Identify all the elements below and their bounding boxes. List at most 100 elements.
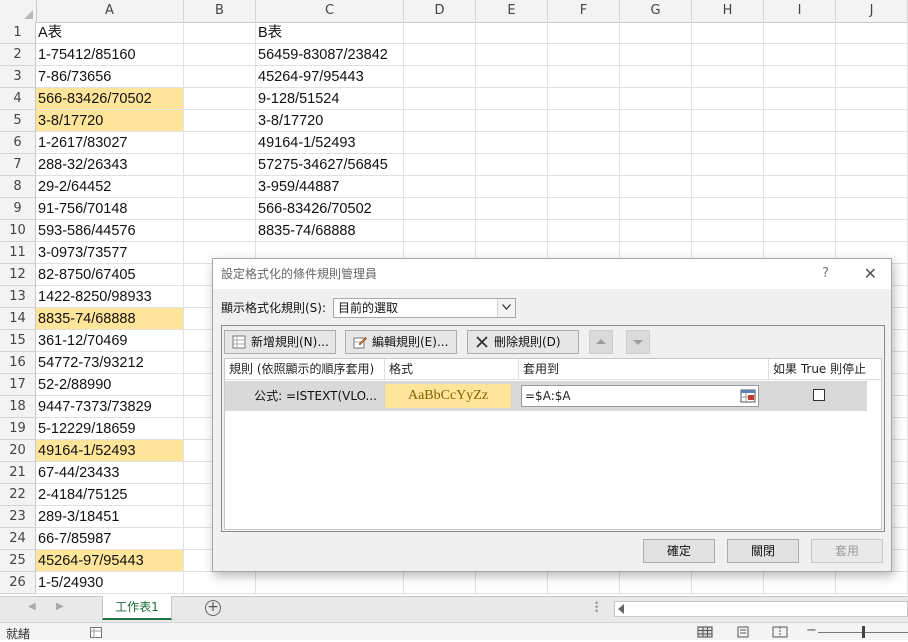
cell-c[interactable]: 56459-83087/23842	[256, 44, 404, 66]
apply-button[interactable]: 套用	[811, 539, 883, 563]
dialog-titlebar[interactable]: 設定格式化的條件規則管理員 ? ✕	[213, 259, 891, 289]
row-header[interactable]: 15	[0, 330, 36, 352]
zoom-slider-thumb[interactable]	[862, 626, 865, 638]
cell-i[interactable]	[764, 572, 836, 594]
row-header[interactable]: 25	[0, 550, 36, 572]
row-header[interactable]: 24	[0, 528, 36, 550]
cell-f[interactable]	[548, 22, 620, 44]
row-header[interactable]: 22	[0, 484, 36, 506]
cell-f[interactable]	[548, 220, 620, 242]
cell-j[interactable]	[836, 44, 908, 66]
cell-i[interactable]	[764, 44, 836, 66]
cell-c[interactable]: 566-83426/70502	[256, 198, 404, 220]
cell-d[interactable]	[404, 110, 476, 132]
cell-g[interactable]	[620, 176, 692, 198]
applies-to-input[interactable]: =$A:$A	[521, 385, 759, 407]
column-header-f[interactable]: F	[548, 0, 620, 22]
row-header[interactable]: 21	[0, 462, 36, 484]
column-header-j[interactable]: J	[836, 0, 908, 22]
cell-d[interactable]	[404, 66, 476, 88]
row-header[interactable]: 6	[0, 132, 36, 154]
cell-g[interactable]	[620, 66, 692, 88]
cell-g[interactable]	[620, 22, 692, 44]
row-header[interactable]: 10	[0, 220, 36, 242]
ok-button[interactable]: 確定	[643, 539, 715, 563]
cell-c[interactable]: B表	[256, 22, 404, 44]
cell-g[interactable]	[620, 132, 692, 154]
cell-i[interactable]	[764, 198, 836, 220]
cell-c[interactable]	[256, 572, 404, 594]
cell-a[interactable]: 593-586/44576	[36, 220, 184, 242]
new-rule-button[interactable]: 新增規則(N)...	[224, 330, 336, 354]
cell-a[interactable]: 3-0973/73577	[36, 242, 184, 264]
cell-a[interactable]: 29-2/64452	[36, 176, 184, 198]
cell-h[interactable]	[692, 176, 764, 198]
cell-i[interactable]	[764, 110, 836, 132]
tab-scroll-left-icon[interactable]: ◀	[28, 601, 36, 612]
row-header[interactable]: 16	[0, 352, 36, 374]
cell-c[interactable]: 57275-34627/56845	[256, 154, 404, 176]
cell-d[interactable]	[404, 198, 476, 220]
cell-a[interactable]: 7-86/73656	[36, 66, 184, 88]
cell-b[interactable]	[184, 66, 256, 88]
move-up-button[interactable]	[589, 330, 613, 354]
cell-h[interactable]	[692, 44, 764, 66]
cell-c[interactable]: 9-128/51524	[256, 88, 404, 110]
column-header-g[interactable]: G	[620, 0, 692, 22]
cell-a[interactable]: 3-8/17720	[36, 110, 184, 132]
cell-c[interactable]: 3-8/17720	[256, 110, 404, 132]
cell-j[interactable]	[836, 220, 908, 242]
cell-b[interactable]	[184, 572, 256, 594]
cell-b[interactable]	[184, 154, 256, 176]
page-break-view-icon[interactable]	[772, 626, 788, 638]
cell-g[interactable]	[620, 220, 692, 242]
row-header[interactable]: 23	[0, 506, 36, 528]
cell-a[interactable]: 8835-74/68888	[36, 308, 184, 330]
close-icon[interactable]: ✕	[864, 259, 877, 289]
cell-e[interactable]	[476, 22, 548, 44]
cell-d[interactable]	[404, 176, 476, 198]
cell-a[interactable]: 1-5/24930	[36, 572, 184, 594]
add-sheet-icon[interactable]: +	[205, 600, 221, 616]
cell-d[interactable]	[404, 22, 476, 44]
show-rules-select[interactable]: 目前的選取	[333, 298, 516, 318]
cell-i[interactable]	[764, 66, 836, 88]
cell-e[interactable]	[476, 66, 548, 88]
sheet-tab-1[interactable]: 工作表1	[102, 596, 172, 620]
cell-e[interactable]	[476, 44, 548, 66]
cell-d[interactable]	[404, 154, 476, 176]
row-header[interactable]: 9	[0, 198, 36, 220]
cell-e[interactable]	[476, 88, 548, 110]
close-button[interactable]: 關閉	[727, 539, 799, 563]
column-header-d[interactable]: D	[404, 0, 476, 22]
cell-g[interactable]	[620, 110, 692, 132]
tab-scroll-right-icon[interactable]: ▶	[56, 601, 64, 612]
cell-b[interactable]	[184, 44, 256, 66]
cell-a[interactable]: 45264-97/95443	[36, 550, 184, 572]
cell-j[interactable]	[836, 132, 908, 154]
cell-d[interactable]	[404, 132, 476, 154]
delete-rule-button[interactable]: 刪除規則(D)	[467, 330, 579, 354]
cell-a[interactable]: 49164-1/52493	[36, 440, 184, 462]
range-picker-icon[interactable]	[740, 388, 756, 404]
column-header-h[interactable]: H	[692, 0, 764, 22]
column-header-e[interactable]: E	[476, 0, 548, 22]
cell-a[interactable]: 82-8750/67405	[36, 264, 184, 286]
cell-i[interactable]	[764, 154, 836, 176]
cell-j[interactable]	[836, 66, 908, 88]
cell-e[interactable]	[476, 154, 548, 176]
cell-a[interactable]: 1-2617/83027	[36, 132, 184, 154]
cell-b[interactable]	[184, 176, 256, 198]
row-header[interactable]: 12	[0, 264, 36, 286]
cell-c[interactable]: 45264-97/95443	[256, 66, 404, 88]
cell-h[interactable]	[692, 220, 764, 242]
cell-e[interactable]	[476, 176, 548, 198]
cell-g[interactable]	[620, 88, 692, 110]
cell-j[interactable]	[836, 176, 908, 198]
cell-d[interactable]	[404, 44, 476, 66]
cell-f[interactable]	[548, 88, 620, 110]
cell-h[interactable]	[692, 572, 764, 594]
column-header-b[interactable]: B	[184, 0, 256, 22]
cell-a[interactable]: 2-4184/75125	[36, 484, 184, 506]
cell-j[interactable]	[836, 154, 908, 176]
